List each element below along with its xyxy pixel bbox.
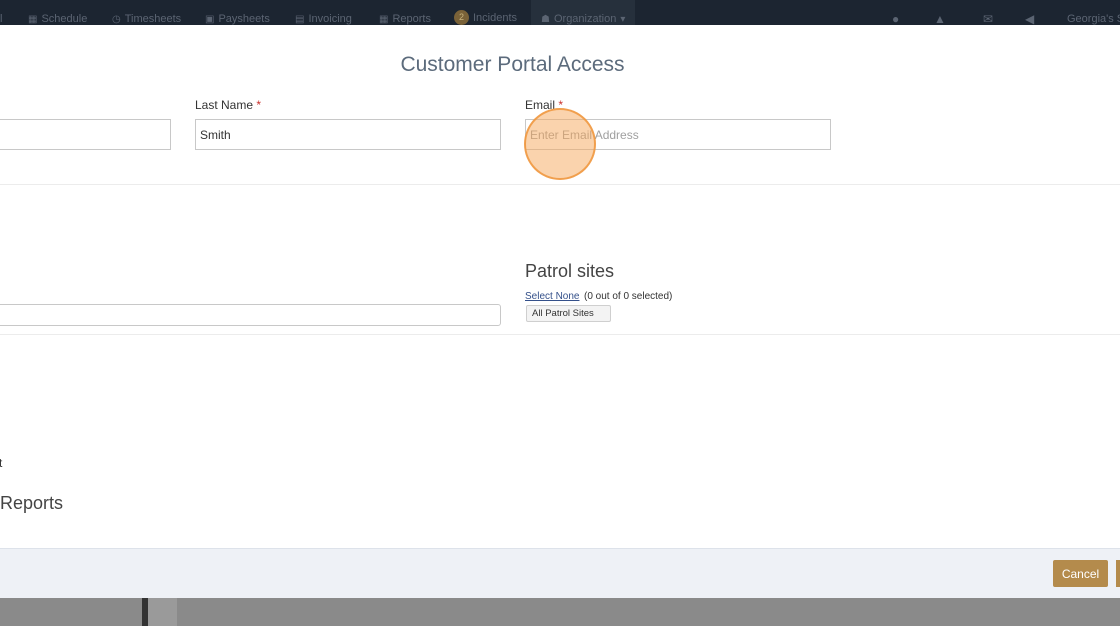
nav-item-organization[interactable]: ☗ Organization ▾ <box>531 0 636 25</box>
megaphone-icon[interactable]: ◀ <box>1025 12 1034 25</box>
modal-footer: Cancel <box>0 548 1120 598</box>
section-divider-2 <box>0 334 1120 335</box>
nav-item-truncated[interactable]: l <box>0 13 2 25</box>
first-name-input[interactable] <box>0 119 171 150</box>
caret-down-icon: ▾ <box>620 13 626 25</box>
save-button[interactable] <box>1116 560 1120 587</box>
incident-count-badge: 2 <box>454 10 469 25</box>
calendar-icon: ▦ <box>28 13 38 25</box>
reports-heading: Reports <box>0 493 64 513</box>
left-select-input[interactable] <box>0 304 501 326</box>
clock-icon: ◷ <box>112 13 121 25</box>
background-page-strip <box>0 598 1120 626</box>
graduation-cap-icon[interactable]: ▲ <box>934 12 946 25</box>
table-icon: ▦ <box>379 13 389 25</box>
money-icon: ▣ <box>205 13 215 25</box>
user-menu[interactable]: Georgia's S <box>1067 13 1120 25</box>
background-panel <box>148 598 177 626</box>
modal-title: Customer Portal Access <box>400 53 625 76</box>
chat-icon[interactable]: ● <box>892 12 899 25</box>
envelope-icon[interactable]: ✉ <box>983 12 993 25</box>
truncated-label: t <box>0 456 3 470</box>
patrol-sites-dropdown[interactable]: All Patrol Sites <box>526 305 611 322</box>
last-name-label: Last Name * <box>195 98 262 112</box>
nav-item-reports[interactable]: ▦ Reports <box>379 13 431 25</box>
last-name-input[interactable] <box>195 119 501 150</box>
patrol-sites-heading: Patrol sites <box>525 261 615 281</box>
invoice-icon: ▤ <box>295 13 305 25</box>
top-navbar: l ▦ Schedule ◷ Timesheets ▣ Paysheets ▤ … <box>0 0 1120 25</box>
click-indicator <box>524 108 596 180</box>
nav-item-paysheets[interactable]: ▣ Paysheets <box>205 13 270 25</box>
users-icon: ☗ <box>541 13 550 25</box>
section-divider <box>0 184 1120 185</box>
nav-item-timesheets[interactable]: ◷ Timesheets <box>112 13 181 25</box>
nav-item-incidents[interactable]: 2 Incidents <box>454 10 517 25</box>
cancel-button[interactable]: Cancel <box>1053 560 1108 587</box>
select-none-link[interactable]: Select None <box>525 291 579 302</box>
nav-item-invoicing[interactable]: ▤ Invoicing <box>295 13 352 25</box>
nav-item-schedule[interactable]: ▦ Schedule <box>28 13 87 25</box>
selection-count: (0 out of 0 selected) <box>584 291 673 302</box>
